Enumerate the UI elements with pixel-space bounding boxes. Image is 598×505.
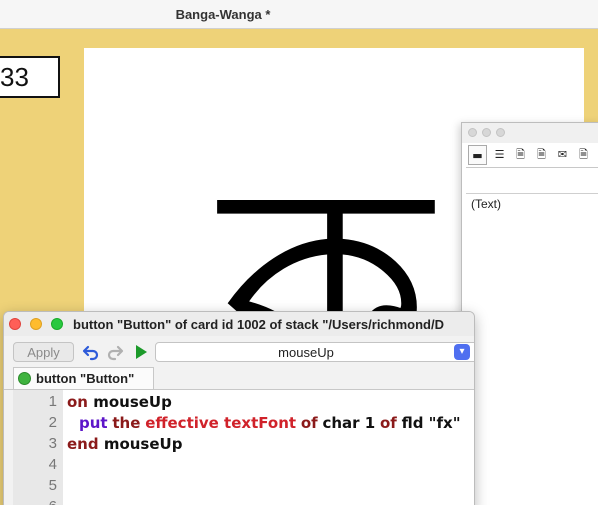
keyword-the: the — [112, 414, 141, 432]
handler-dropdown[interactable]: mouseUp ▾ — [155, 342, 474, 362]
editor-object-tabbar: button "Button" — [4, 367, 474, 390]
number-field[interactable]: 33 — [0, 56, 60, 98]
line-number: 4 — [48, 456, 57, 473]
status-dot-icon — [18, 372, 31, 385]
keyword-on: on — [67, 393, 88, 411]
undo-icon[interactable] — [82, 343, 100, 361]
table-tab-icon[interactable]: 🗎 — [532, 145, 551, 165]
chunk-char: char 1 — [322, 414, 376, 432]
editor-titlebar[interactable]: button "Button" of card id 1002 of stack… — [4, 312, 474, 336]
script-editor-window: button "Button" of card id 1002 of stack… — [3, 311, 475, 505]
minimize-icon[interactable] — [30, 318, 42, 330]
custom-properties-tab-icon[interactable]: ✉ — [553, 145, 572, 165]
inspector-content-label: (Text) — [471, 197, 501, 211]
code-line-1: on mouseUp — [67, 393, 172, 411]
inspector-tabbar: ▬ ☰ 🗎 🗎 ✉ 🗎 — [466, 143, 598, 168]
keyword-of: of — [300, 414, 318, 432]
close-icon[interactable] — [9, 318, 21, 330]
basic-properties-tab-icon[interactable]: ▬ — [468, 145, 487, 165]
keyword-end: end — [67, 435, 99, 453]
line-number: 2 — [48, 414, 57, 431]
size-position-tab-icon[interactable]: 🗎 — [574, 145, 593, 165]
inspector-titlebar[interactable] — [462, 123, 598, 143]
code-line-2: put the effective textFont of char 1 of … — [79, 414, 461, 432]
contents-tab-icon[interactable]: ☰ — [490, 145, 509, 165]
redo-icon[interactable] — [106, 343, 124, 361]
apply-button[interactable]: Apply — [13, 342, 74, 362]
line-number-gutter: 1 2 3 4 5 6 — [13, 390, 63, 505]
handler-name: mouseUp — [87, 393, 172, 411]
maximize-icon[interactable] — [51, 318, 63, 330]
script-code-area[interactable]: on mouseUp put the effective textFont of… — [63, 390, 474, 505]
chevron-down-icon[interactable]: ▾ — [454, 344, 470, 360]
property-effective-textfont: effective textFont — [145, 414, 297, 432]
handler-dropdown-value: mouseUp — [278, 345, 334, 360]
run-icon[interactable] — [132, 343, 150, 361]
stack-window-titlebar[interactable]: Banga-Wanga * — [0, 0, 598, 29]
line-number: 3 — [48, 435, 57, 452]
window-title: Banga-Wanga * — [175, 7, 271, 22]
handler-name: mouseUp — [98, 435, 183, 453]
editor-title: button "Button" of card id 1002 of stack… — [73, 317, 444, 332]
inspector-divider — [466, 193, 598, 194]
keyword-put: put — [79, 414, 108, 432]
field-reference: fld "fx" — [401, 414, 461, 432]
text-tab-icon[interactable]: 🗎 — [511, 145, 530, 165]
object-tab-button[interactable]: button "Button" — [13, 367, 154, 389]
inspector-zoom-icon[interactable] — [496, 128, 505, 137]
property-inspector: ▬ ☰ 🗎 🗎 ✉ 🗎 (Text) — [461, 122, 598, 505]
editor-toolbar: Apply mouseUp ▾ — [4, 340, 474, 366]
line-number: 5 — [48, 477, 57, 494]
inspector-close-icon[interactable] — [468, 128, 477, 137]
code-line-3: end mouseUp — [67, 435, 182, 453]
line-number: 1 — [48, 393, 57, 410]
keyword-of: of — [379, 414, 397, 432]
inspector-minimize-icon[interactable] — [482, 128, 491, 137]
line-number: 6 — [49, 498, 57, 505]
object-tab-label: button "Button" — [36, 371, 135, 386]
